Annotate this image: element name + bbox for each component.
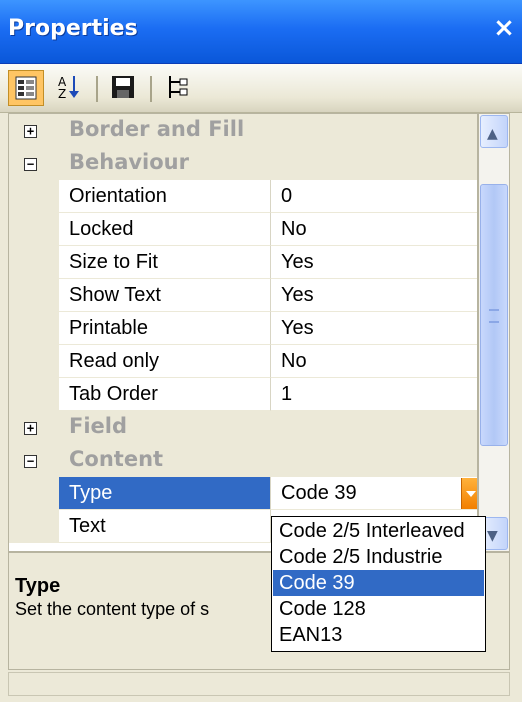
toolbar: A Z <box>0 64 522 113</box>
chevron-up-icon: ▲ <box>487 126 498 142</box>
collapse-icon[interactable]: − <box>24 455 37 468</box>
property-name[interactable]: Type <box>59 477 271 510</box>
property-row-printable[interactable]: Printable Yes <box>9 312 477 345</box>
property-name[interactable]: Orientation <box>59 180 271 213</box>
toolbar-separator <box>150 76 152 102</box>
property-name[interactable]: Read only <box>59 345 271 378</box>
category-label: Content <box>69 447 164 471</box>
category-border-and-fill[interactable]: + Border and Fill <box>9 114 477 147</box>
scroll-up-button[interactable]: ▲ <box>480 115 508 148</box>
property-value[interactable]: No <box>271 213 477 246</box>
property-row-orientation[interactable]: Orientation 0 <box>9 180 477 213</box>
vertical-scrollbar[interactable]: ▲ ▼ <box>478 113 510 552</box>
expand-icon[interactable]: + <box>24 125 37 138</box>
dropdown-option[interactable]: EAN13 <box>273 622 484 648</box>
scrollbar-thumb[interactable] <box>480 184 508 446</box>
property-row-tab-order[interactable]: Tab Order 1 <box>9 378 477 411</box>
collapse-icon[interactable]: − <box>24 158 37 171</box>
category-content[interactable]: − Content <box>9 444 477 477</box>
row-gutter <box>9 477 59 510</box>
property-row-read-only[interactable]: Read only No <box>9 345 477 378</box>
category-label: Behaviour <box>69 150 189 174</box>
svg-text:Z: Z <box>58 87 66 101</box>
title-bar[interactable]: Properties × <box>0 0 522 64</box>
save-icon <box>112 76 134 98</box>
row-gutter <box>9 378 59 411</box>
dropdown-arrow-button[interactable] <box>461 478 477 509</box>
properties-window: Properties × A Z + Border and Fill − Beh… <box>0 0 522 702</box>
row-gutter <box>9 213 59 246</box>
property-name[interactable]: Size to Fit <box>59 246 271 279</box>
alphabetical-sort-icon: A Z <box>58 75 79 101</box>
property-name[interactable]: Printable <box>59 312 271 345</box>
hierarchy-button[interactable] <box>160 70 196 106</box>
dropdown-option[interactable]: Code 2/5 Interleaved <box>273 518 484 544</box>
dropdown-option[interactable]: Code 2/5 Industrie <box>273 544 484 570</box>
property-grid: + Border and Fill − Behaviour Orientatio… <box>8 113 478 552</box>
property-row-type[interactable]: Type Code 39 <box>9 477 477 510</box>
property-value[interactable]: 1 <box>271 378 477 411</box>
categorized-view-button[interactable] <box>8 70 44 106</box>
property-name[interactable]: Tab Order <box>59 378 271 411</box>
property-value[interactable]: No <box>271 345 477 378</box>
property-value[interactable]: Yes <box>271 246 477 279</box>
category-label: Field <box>69 414 128 438</box>
scrollbar-grip <box>489 309 499 323</box>
category-field[interactable]: + Field <box>9 411 477 444</box>
row-gutter <box>9 180 59 213</box>
row-gutter <box>9 345 59 378</box>
property-name[interactable]: Text <box>59 510 271 543</box>
category-label: Border and Fill <box>69 117 245 141</box>
property-row-locked[interactable]: Locked No <box>9 213 477 246</box>
alphabetical-sort-button[interactable]: A Z <box>52 70 88 106</box>
type-value-combobox[interactable]: Code 39 <box>271 477 477 510</box>
chevron-down-icon: ▼ <box>487 528 498 544</box>
expand-icon[interactable]: + <box>24 422 37 435</box>
row-gutter <box>9 246 59 279</box>
dropdown-option[interactable]: Code 128 <box>273 596 484 622</box>
description-title: Type <box>15 575 61 597</box>
row-gutter <box>9 510 59 543</box>
hierarchy-icon <box>169 76 188 98</box>
property-row-show-text[interactable]: Show Text Yes <box>9 279 477 312</box>
property-name[interactable]: Locked <box>59 213 271 246</box>
status-strip <box>8 672 510 696</box>
category-behaviour[interactable]: − Behaviour <box>9 147 477 180</box>
dropdown-option-selected[interactable]: Code 39 <box>273 570 484 596</box>
toolbar-separator <box>96 76 98 102</box>
type-dropdown-list[interactable]: Code 2/5 Interleaved Code 2/5 Industrie … <box>271 516 486 652</box>
property-value[interactable]: 0 <box>271 180 477 213</box>
property-value[interactable]: Yes <box>271 279 477 312</box>
property-value[interactable]: Yes <box>271 312 477 345</box>
row-gutter <box>9 279 59 312</box>
row-gutter <box>9 312 59 345</box>
property-row-size-to-fit[interactable]: Size to Fit Yes <box>9 246 477 279</box>
save-button[interactable] <box>106 70 142 106</box>
close-button[interactable]: × <box>490 14 518 44</box>
description-text: Set the content type of s <box>15 599 210 619</box>
categorized-view-icon <box>15 76 37 100</box>
window-title: Properties <box>8 16 138 41</box>
property-name[interactable]: Show Text <box>59 279 271 312</box>
